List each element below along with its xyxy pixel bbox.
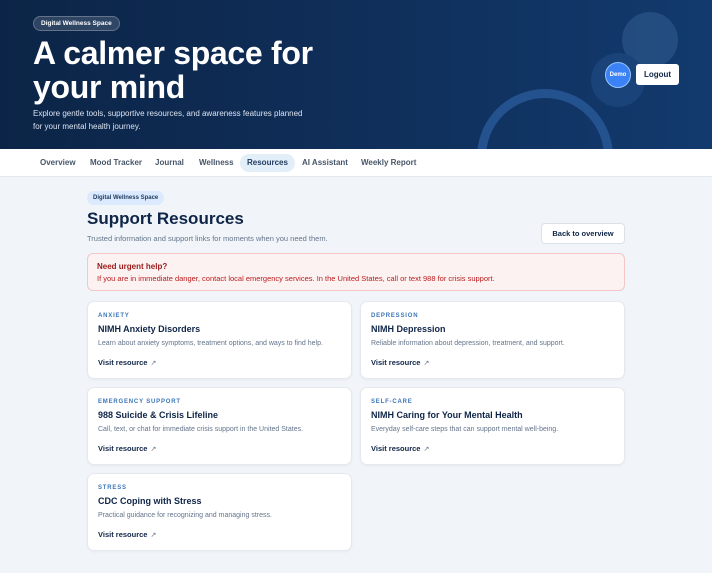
visit-resource-link[interactable]: Visit resource ↗: [98, 358, 156, 369]
external-link-icon: ↗: [150, 360, 157, 367]
urgent-help-text: If you are in immediate danger, contact …: [97, 274, 495, 283]
resource-title: NIMH Anxiety Disorders: [98, 324, 201, 334]
resource-category: DEPRESSION: [371, 313, 419, 319]
external-link-icon: ↗: [150, 532, 157, 539]
visit-resource-label: Visit resource: [98, 358, 148, 367]
hero-subtitle: Explore gentle tools, supportive resourc…: [33, 109, 303, 131]
page-title: Support Resources: [87, 209, 244, 228]
resource-card-depression: DEPRESSION NIMH Depression Reliable info…: [360, 301, 625, 379]
visit-resource-link[interactable]: Visit resource ↗: [98, 530, 156, 541]
urgent-help-alert: Need urgent help? If you are in immediat…: [87, 253, 625, 291]
visit-resource-link[interactable]: Visit resource ↗: [371, 358, 429, 369]
resource-title: CDC Coping with Stress: [98, 496, 202, 506]
visit-resource-label: Visit resource: [371, 444, 421, 453]
resource-description: Reliable information about depression, t…: [371, 340, 565, 347]
page-subtitle: Trusted information and support links fo…: [87, 234, 328, 243]
resource-title: 988 Suicide & Crisis Lifeline: [98, 410, 219, 420]
resource-card-stress: STRESS CDC Coping with Stress Practical …: [87, 473, 352, 551]
resource-card-emergency-support: EMERGENCY SUPPORT 988 Suicide & Crisis L…: [87, 387, 352, 465]
hero-title: A calmer space for your mind: [33, 35, 313, 105]
resource-category: STRESS: [98, 485, 127, 491]
tab-weekly-report[interactable]: Weekly Report: [354, 154, 423, 172]
resource-card-anxiety: ANXIETY NIMH Anxiety Disorders Learn abo…: [87, 301, 352, 379]
resource-category: SELF-CARE: [371, 399, 413, 405]
tab-journal[interactable]: Journal: [148, 154, 191, 172]
external-link-icon: ↗: [423, 446, 430, 453]
resource-card-self-care: SELF-CARE NIMH Caring for Your Mental He…: [360, 387, 625, 465]
hero-banner: Digital Wellness Space A calmer space fo…: [0, 0, 712, 149]
urgent-help-title: Need urgent help?: [97, 262, 168, 271]
visit-resource-link[interactable]: Visit resource ↗: [98, 444, 156, 455]
main-nav: Overview Mood Tracker Journal Wellness R…: [0, 149, 712, 177]
back-to-overview-button[interactable]: Back to overview: [541, 223, 625, 244]
resource-description: Call, text, or chat for immediate crisis…: [98, 426, 304, 433]
resource-description: Learn about anxiety symptoms, treatment …: [98, 340, 323, 347]
tab-ai-assistant[interactable]: AI Assistant: [295, 154, 355, 172]
page-badge: Digital Wellness Space: [87, 191, 165, 205]
resource-category: ANXIETY: [98, 313, 130, 319]
logout-button[interactable]: Logout: [636, 64, 679, 85]
decorative-ring: [477, 89, 613, 149]
resource-title: NIMH Caring for Your Mental Health: [371, 410, 523, 420]
external-link-icon: ↗: [150, 446, 157, 453]
visit-resource-label: Visit resource: [98, 444, 148, 453]
visit-resource-label: Visit resource: [98, 530, 148, 539]
resource-description: Practical guidance for recognizing and m…: [98, 512, 272, 519]
tab-mood-tracker[interactable]: Mood Tracker: [83, 154, 149, 172]
tab-wellness[interactable]: Wellness: [192, 154, 241, 172]
user-avatar[interactable]: Demo: [605, 62, 631, 88]
tab-resources[interactable]: Resources: [240, 154, 295, 172]
external-link-icon: ↗: [423, 360, 430, 367]
visit-resource-link[interactable]: Visit resource ↗: [371, 444, 429, 455]
visit-resource-label: Visit resource: [371, 358, 421, 367]
resource-description: Everyday self-care steps that can suppor…: [371, 426, 559, 433]
resource-title: NIMH Depression: [371, 324, 446, 334]
resource-category: EMERGENCY SUPPORT: [98, 399, 181, 405]
hero-badge: Digital Wellness Space: [33, 16, 120, 31]
tab-overview[interactable]: Overview: [33, 154, 83, 172]
